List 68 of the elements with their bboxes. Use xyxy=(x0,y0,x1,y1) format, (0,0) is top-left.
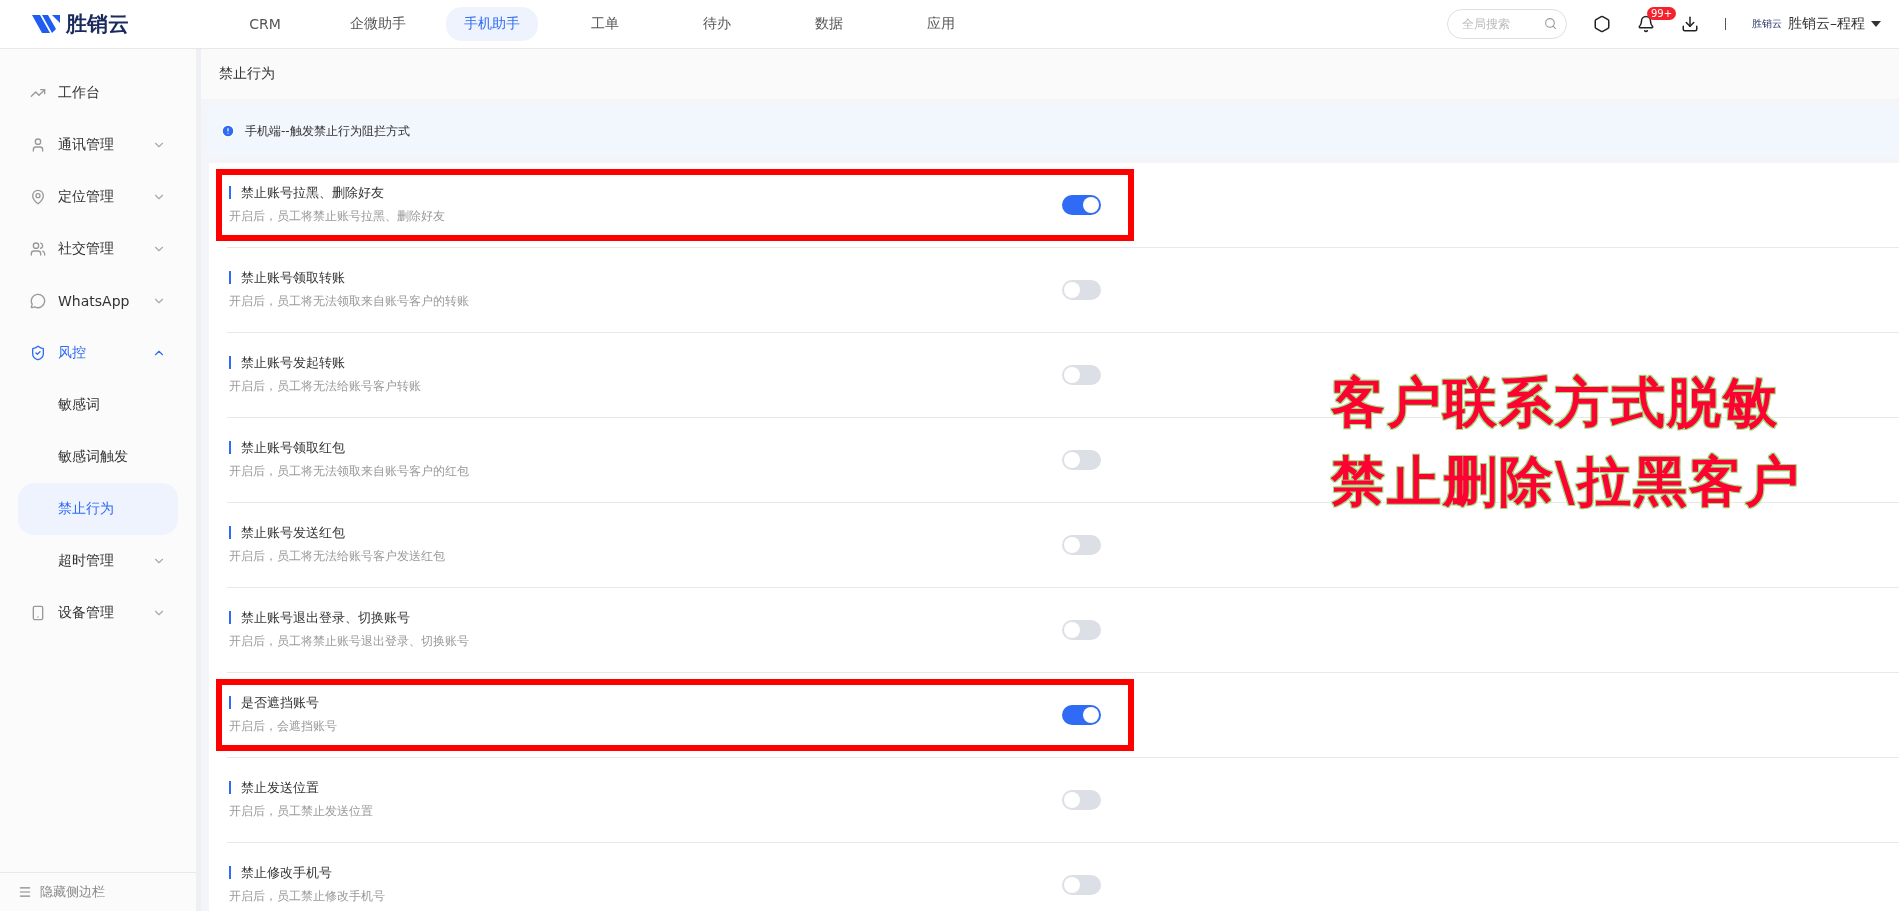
account-logo: 胜销云 xyxy=(1752,17,1782,31)
toggle-switch[interactable] xyxy=(1062,280,1101,300)
toggle-switch[interactable] xyxy=(1062,705,1101,725)
hide-sidebar-link[interactable]: 隐藏侧边栏 xyxy=(40,883,105,901)
rule-title: 禁止修改手机号 xyxy=(229,865,1062,879)
menu-item-icon xyxy=(30,137,46,153)
toggle-switch[interactable] xyxy=(1062,790,1101,810)
notification-badge: 99+ xyxy=(1647,7,1677,20)
annotation-text: 禁止删除\拉黑客户 xyxy=(1331,449,1801,515)
rule-description: 开启后，员工将无法给账号客户发送红包 xyxy=(229,547,446,565)
bell-icon[interactable] xyxy=(1637,15,1655,33)
menu-item-icon xyxy=(30,189,46,205)
menu-item-icon xyxy=(30,345,46,361)
menu-item-icon xyxy=(30,293,46,309)
annotation-text: 客户联系方式脱敏 xyxy=(1331,370,1780,436)
settings-icon[interactable] xyxy=(1593,15,1611,33)
search-icon xyxy=(1544,17,1557,30)
nav-tab[interactable]: CRM xyxy=(220,8,310,40)
toggle-switch[interactable] xyxy=(1062,195,1101,215)
brand-name: 胜销云 xyxy=(66,11,129,38)
nav-tab[interactable]: 手机助手 xyxy=(446,7,538,41)
download-icon[interactable] xyxy=(1681,15,1699,33)
sidebar-item[interactable]: 工作台 xyxy=(18,67,178,119)
rule-title: 禁止账号领取转账 xyxy=(229,270,1062,284)
rule-description: 开启后，会遮挡账号 xyxy=(229,717,338,735)
nav-tab[interactable]: 工单 xyxy=(560,7,650,41)
nav-tab[interactable]: 数据 xyxy=(784,7,874,41)
toggle-switch[interactable] xyxy=(1062,875,1101,895)
sidebar-subitem[interactable]: 敏感词触发 xyxy=(18,431,178,483)
sidebar-item[interactable]: 通讯管理 xyxy=(18,119,178,171)
sidebar-subitem[interactable]: 超时管理 xyxy=(18,535,178,587)
rule-title: 禁止账号发送红包 xyxy=(229,525,1062,539)
menu-item-icon xyxy=(30,241,46,257)
rule-title: 禁止账号退出登录、切换账号 xyxy=(229,610,1062,624)
toggle-switch[interactable] xyxy=(1062,365,1101,385)
rule-description: 开启后，员工禁止发送位置 xyxy=(229,802,374,820)
info-icon xyxy=(221,124,235,138)
rule-title: 禁止账号发起转账 xyxy=(229,355,1062,369)
caret-icon[interactable] xyxy=(1871,21,1881,27)
rule-title: 禁止账号拉黑、删除好友 xyxy=(229,185,1062,199)
toggle-switch[interactable] xyxy=(1062,620,1101,640)
menu-icon[interactable] xyxy=(18,885,32,899)
nav-tab[interactable]: 企微助手 xyxy=(332,7,424,41)
rule-title: 是否遮挡账号 xyxy=(229,695,1062,709)
sidebar-item[interactable]: 设备管理 xyxy=(18,587,178,639)
rule-description: 开启后，员工将无法领取来自账号客户的红包 xyxy=(229,462,470,480)
rule-title: 禁止发送位置 xyxy=(229,780,1062,794)
notice-text: 手机端--触发禁止行为阻拦方式 xyxy=(245,122,410,140)
sidebar-item[interactable]: WhatsApp xyxy=(18,275,178,327)
account-name[interactable]: 胜销云–程程 xyxy=(1788,15,1865,33)
rule-description: 开启后，员工将无法给账号客户转账 xyxy=(229,377,422,395)
menu-item-icon xyxy=(30,605,46,621)
nav-tab[interactable]: 应用 xyxy=(896,7,986,41)
rule-description: 开启后，员工将禁止账号退出登录、切换账号 xyxy=(229,632,470,650)
rule-description: 开启后，员工将禁止账号拉黑、删除好友 xyxy=(229,207,446,225)
toggle-switch[interactable] xyxy=(1062,535,1101,555)
rule-description: 开启后，员工将无法领取来自账号客户的转账 xyxy=(229,292,470,310)
sidebar-item[interactable]: 风控 xyxy=(18,327,178,379)
sidebar-item[interactable]: 社交管理 xyxy=(18,223,178,275)
rule-title: 禁止账号领取红包 xyxy=(229,440,1062,454)
sidebar-subitem[interactable]: 禁止行为 xyxy=(18,483,178,535)
sidebar-item[interactable]: 定位管理 xyxy=(18,171,178,223)
rule-description: 开启后，员工禁止修改手机号 xyxy=(229,887,386,905)
toggle-switch[interactable] xyxy=(1062,450,1101,470)
page-title: 禁止行为 xyxy=(219,65,275,83)
nav-tab[interactable]: 待办 xyxy=(672,7,762,41)
sidebar-subitem[interactable]: 敏感词 xyxy=(18,379,178,431)
search-field[interactable]: 全局搜索 xyxy=(1447,9,1567,39)
